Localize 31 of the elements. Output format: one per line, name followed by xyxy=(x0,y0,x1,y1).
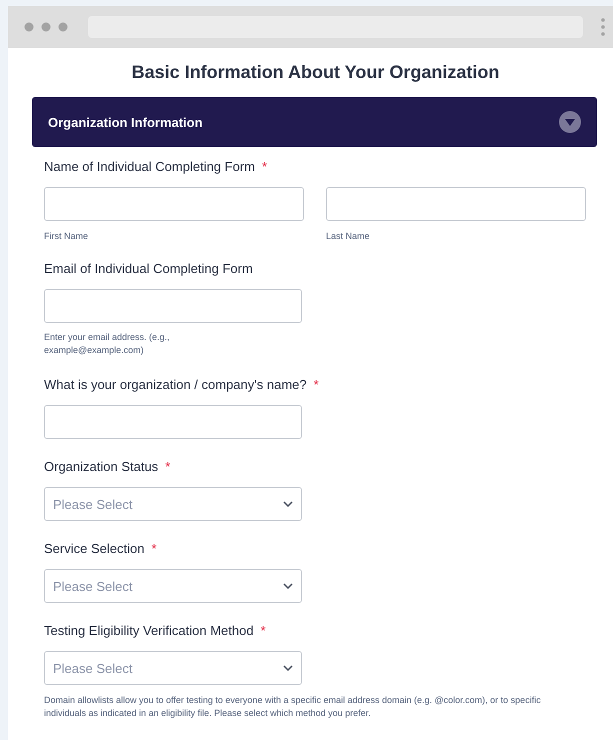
input-field[interactable] xyxy=(44,187,304,221)
required-mark: * xyxy=(165,459,170,474)
field-label: What is your organization / company's name? xyxy=(44,377,307,392)
input-field[interactable] xyxy=(44,405,302,439)
chevron-down-icon xyxy=(283,665,293,671)
more-icon[interactable] xyxy=(601,18,605,36)
section-header[interactable]: Organization Information xyxy=(32,97,597,147)
required-mark: * xyxy=(151,541,157,556)
field-label: Name of Individual Completing Form xyxy=(44,159,255,174)
field-label: Testing Eligibility Verification Method xyxy=(44,623,254,638)
chevron-down-icon xyxy=(283,501,293,507)
select-dropdown[interactable]: Please Select xyxy=(44,487,302,521)
select-dropdown[interactable]: Please Select xyxy=(44,651,302,685)
required-mark: * xyxy=(260,623,266,638)
chevron-down-icon xyxy=(283,583,293,589)
field-description: Domain allowlists allow you to offer testing to everyone with a specific email address domain (e.g. @color.com), or to specific individuals as indicated in an eligibility file. Please select which method you prefer. xyxy=(44,694,542,720)
input-field[interactable] xyxy=(326,187,586,221)
field-label: Email of Individual Completing Form xyxy=(44,261,253,276)
field-label: Organization Status xyxy=(44,459,158,474)
window-dots-icon xyxy=(24,22,70,32)
required-mark: * xyxy=(262,159,268,174)
select-dropdown[interactable]: Please Select xyxy=(44,569,302,603)
field-sublabel: Enter your email address. (e.g., example@example.com) xyxy=(44,331,171,357)
input-field[interactable] xyxy=(44,289,302,323)
field-sublabel: First Name xyxy=(44,231,90,241)
collapse-icon[interactable] xyxy=(559,111,581,133)
field-label: Service Selection xyxy=(44,541,144,556)
required-mark: * xyxy=(314,377,319,392)
field-sublabel: Last Name xyxy=(326,231,371,241)
form-title: Basic Information About Your Organization xyxy=(130,62,500,83)
section-title: Organization Information xyxy=(48,114,203,130)
